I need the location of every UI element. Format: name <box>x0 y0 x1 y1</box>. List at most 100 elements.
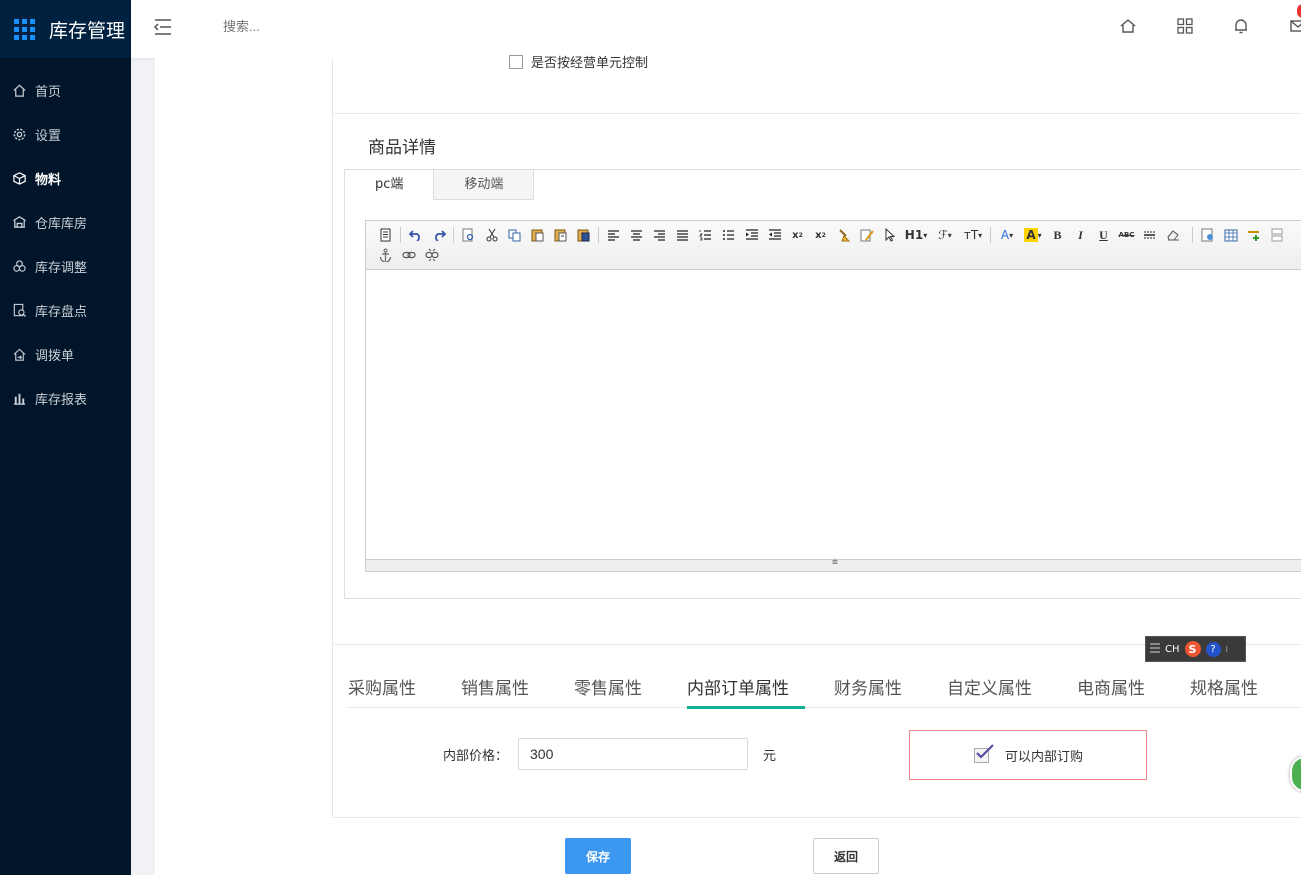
paste-text-icon[interactable] <box>549 225 572 245</box>
tab-finance-attributes[interactable]: 财务属性 <box>834 670 902 708</box>
price-unit: 元 <box>763 748 777 764</box>
editor-content-area[interactable] <box>366 270 1301 559</box>
align-left-icon[interactable] <box>602 225 625 245</box>
bell-icon[interactable] <box>1232 17 1252 37</box>
font-size-icon[interactable]: тT ▾ <box>959 225 987 245</box>
back-button[interactable]: 返回 <box>813 838 879 874</box>
background-color-icon[interactable]: A ▾ <box>1020 225 1046 245</box>
internal-order-checkbox[interactable]: 可以内部订购 <box>909 730 1147 780</box>
cube-icon <box>11 170 27 186</box>
link-icon[interactable] <box>397 245 420 265</box>
internal-price-input[interactable] <box>518 738 749 770</box>
ime-menu-icon[interactable]: ⁝ <box>1226 645 1229 654</box>
sidebar-item-warehouse[interactable]: 仓库库房 <box>0 200 131 244</box>
adjust-icon <box>11 258 27 274</box>
bold-icon[interactable]: B <box>1046 225 1069 245</box>
ime-toolbar[interactable]: CH S ? ⁝ <box>1145 636 1246 662</box>
tab-ecommerce-attributes[interactable]: 电商属性 <box>1077 670 1145 708</box>
ordered-list-icon[interactable] <box>694 225 717 245</box>
sidebar-item-label: 调拨单 <box>35 348 75 364</box>
format-brush-icon[interactable] <box>832 225 855 245</box>
auto-format-icon[interactable] <box>855 225 878 245</box>
strikethrough-icon[interactable]: ABC <box>1115 225 1138 245</box>
checkmark-icon <box>976 743 994 759</box>
unordered-list-icon[interactable] <box>717 225 740 245</box>
checkbox-box[interactable] <box>509 54 523 69</box>
tab-purchase-attributes[interactable]: 采购属性 <box>348 670 416 708</box>
tab-retail-attributes[interactable]: 零售属性 <box>574 670 642 708</box>
outdent-icon[interactable] <box>763 225 786 245</box>
tab-mobile[interactable]: 移动端 <box>433 169 535 200</box>
font-size-label: тT <box>963 228 979 242</box>
sidebar-item-inventory-report[interactable]: 库存报表 <box>0 376 131 420</box>
sidebar-item-label: 首页 <box>35 84 62 100</box>
horizontal-rule-icon[interactable] <box>1138 225 1161 245</box>
sidebar-item-transfer[interactable]: 调拨单 <box>0 332 131 376</box>
font-family-label: ℱ <box>938 228 948 242</box>
source-icon[interactable] <box>374 225 397 245</box>
font-family-icon[interactable]: ℱ ▾ <box>931 225 959 245</box>
font-color-icon[interactable]: A ▾ <box>994 225 1020 245</box>
toolbar-separator <box>598 227 599 243</box>
sidebar-item-label: 物料 <box>35 172 62 188</box>
paste-icon[interactable] <box>526 225 549 245</box>
home-icon <box>11 82 27 98</box>
anchor-icon[interactable] <box>374 245 397 265</box>
sidebar-item-settings[interactable]: 设置 <box>0 112 131 156</box>
indent-icon[interactable] <box>740 225 763 245</box>
sidebar-item-inventory-check[interactable]: 库存盘点 <box>0 288 131 332</box>
rich-text-editor: x2 x2 H1 ▾ ℱ ▾ тT ▾ A ▾ A ▾ B I U ABC ⩧ <box>365 220 1301 572</box>
internal-price-label: 内部价格： <box>443 748 509 764</box>
drag-handle-icon[interactable] <box>1150 643 1160 655</box>
tab-custom-attributes[interactable]: 自定义属性 <box>947 670 1032 708</box>
checkbox-box[interactable] <box>974 743 994 763</box>
table-icon[interactable] <box>1219 225 1242 245</box>
home-icon[interactable] <box>1119 17 1139 37</box>
italic-icon[interactable]: I <box>1069 225 1092 245</box>
eraser-icon[interactable] <box>1161 225 1184 245</box>
unlink-icon[interactable] <box>420 245 443 265</box>
copy-icon[interactable] <box>503 225 526 245</box>
select-cursor-icon[interactable] <box>878 225 901 245</box>
editor-resize-handle[interactable]: ⩧ <box>366 557 1301 571</box>
page-break-icon[interactable] <box>1265 225 1288 245</box>
redo-icon[interactable] <box>427 225 450 245</box>
subscript-icon[interactable]: x2 <box>786 225 809 245</box>
sidebar-item-label: 库存盘点 <box>35 304 88 320</box>
sogou-logo-icon[interactable]: S <box>1184 641 1201 657</box>
menu-fold-icon[interactable] <box>153 18 173 38</box>
tab-pc[interactable]: pc端 <box>344 169 435 200</box>
preview-icon[interactable] <box>457 225 480 245</box>
cut-icon[interactable] <box>480 225 503 245</box>
underline-icon[interactable]: U <box>1092 225 1115 245</box>
business-unit-control-checkbox[interactable]: 是否按经营单元控制 <box>509 52 648 71</box>
section-title: 商品详情 <box>368 138 436 158</box>
sidebar-item-materials[interactable]: 物料 <box>0 156 131 200</box>
app-logo[interactable]: 库存管理 <box>0 0 131 58</box>
align-justify-icon[interactable] <box>671 225 694 245</box>
save-button[interactable]: 保存 <box>565 838 631 874</box>
tab-internal-order-attributes[interactable]: 内部订单属性 <box>687 670 805 709</box>
mail-icon[interactable] <box>1289 17 1301 37</box>
align-right-icon[interactable] <box>648 225 671 245</box>
insert-row-icon[interactable] <box>1242 225 1265 245</box>
apps-icon[interactable] <box>1176 17 1196 37</box>
internal-price-row: 内部价格： 元 <box>443 738 776 770</box>
tab-spec-attributes[interactable]: 规格属性 <box>1190 670 1258 708</box>
heading-icon[interactable]: H1 ▾ <box>901 225 931 245</box>
undo-icon[interactable] <box>404 225 427 245</box>
search-input[interactable] <box>223 19 423 34</box>
sidebar-item-inventory-adjust[interactable]: 库存调整 <box>0 244 131 288</box>
ime-language[interactable]: CH <box>1165 644 1180 655</box>
tab-sales-attributes[interactable]: 销售属性 <box>461 670 529 708</box>
help-icon[interactable]: ? <box>1205 641 1221 657</box>
checkbox-label: 是否按经营单元控制 <box>531 56 649 71</box>
align-center-icon[interactable] <box>625 225 648 245</box>
superscript-icon[interactable]: x2 <box>809 225 832 245</box>
paste-word-icon[interactable] <box>572 225 595 245</box>
image-icon[interactable] <box>1196 225 1219 245</box>
checkbox-label: 可以内部订购 <box>1005 749 1084 765</box>
sidebar-item-home[interactable]: 首页 <box>0 68 131 112</box>
main-content: 是否按经营单元控制 商品详情 pc端 移动端 x 2 x 2 H1 ▾ ℱ ▾ … <box>155 54 1301 875</box>
property-tabs: 采购属性 销售属性 零售属性 内部订单属性 财务属性 自定义属性 电商属性 规格… <box>348 670 1301 709</box>
